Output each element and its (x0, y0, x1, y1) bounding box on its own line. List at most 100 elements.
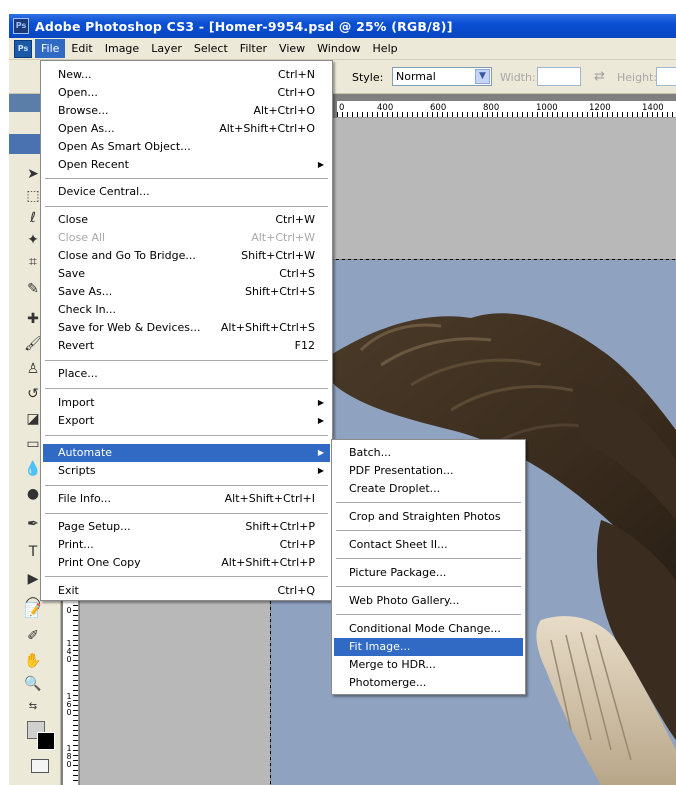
photoshop-app-icon: Ps (13, 18, 29, 34)
menu-item-shortcut: Alt+Shift+Ctrl+I (224, 492, 315, 505)
automate-item-conditional-mode-change[interactable]: Conditional Mode Change... (334, 620, 523, 638)
menu-item-shortcut: Alt+Shift+Ctrl+S (220, 321, 315, 334)
automate-item-merge-to-hdr[interactable]: Merge to HDR... (334, 656, 523, 674)
ruler-tick: 1 4 0 (66, 639, 72, 664)
menu-item-open-as[interactable]: Open As... Alt+Shift+Ctrl+O (43, 120, 330, 138)
menu-item-print[interactable]: Print... Ctrl+P (43, 536, 330, 554)
width-label: Width: (500, 71, 536, 84)
menu-item-shortcut: F12 (294, 339, 315, 352)
menu-help[interactable]: Help (367, 39, 404, 58)
menu-item-check-in[interactable]: Check In... (43, 301, 330, 319)
zoom-tool-icon[interactable]: 🔍 (23, 674, 43, 694)
menu-item-label: Browse... (58, 104, 109, 117)
width-input[interactable] (537, 67, 581, 86)
automate-item-crop-straighten[interactable]: Crop and Straighten Photos (334, 508, 523, 526)
menu-item-label: Page Setup... (58, 520, 131, 533)
eyedropper-tool-icon[interactable]: ✐ (23, 626, 43, 646)
menu-item-label: Print... (58, 538, 94, 551)
menu-item-export[interactable]: Export ▶ (43, 412, 330, 430)
menu-item-open[interactable]: Open... Ctrl+O (43, 84, 330, 102)
automate-item-picture-package[interactable]: Picture Package... (334, 564, 523, 582)
menu-item-page-setup[interactable]: Page Setup... Shift+Ctrl+P (43, 518, 330, 536)
file-menu-dropdown: New... Ctrl+N Open... Ctrl+O Browse... Alt+… (40, 60, 333, 601)
menu-item-label: Device Central... (58, 185, 150, 198)
menu-edit[interactable]: Edit (65, 39, 98, 58)
menu-bar: Ps File Edit Image Layer Select Filter V… (9, 38, 676, 60)
submenu-arrow-icon: ▶ (317, 398, 324, 407)
menu-filter[interactable]: Filter (234, 39, 273, 58)
automate-item-web-photo-gallery[interactable]: Web Photo Gallery... (334, 592, 523, 610)
menu-item-close[interactable]: Close Ctrl+W (43, 211, 330, 229)
menu-file[interactable]: File (35, 39, 66, 58)
automate-item-pdf-presentation[interactable]: PDF Presentation... (334, 462, 523, 480)
vertical-ruler[interactable]: 0 1 4 0 1 6 0 1 8 0 (63, 585, 79, 785)
menu-item-revert[interactable]: Revert F12 (43, 337, 330, 355)
background-color-swatch[interactable] (37, 732, 55, 750)
automate-item-contact-sheet[interactable]: Contact Sheet II... (334, 536, 523, 554)
menu-item-label: Fit Image... (349, 640, 411, 653)
menu-item-print-one-copy[interactable]: Print One Copy Alt+Shift+Ctrl+P (43, 554, 330, 572)
menu-select[interactable]: Select (188, 39, 234, 58)
menu-item-label: Exit (58, 584, 79, 597)
menu-item-shortcut: Alt+Shift+Ctrl+O (219, 122, 315, 135)
menu-item-open-smart-object[interactable]: Open As Smart Object... (43, 138, 330, 156)
automate-item-create-droplet[interactable]: Create Droplet... (334, 480, 523, 498)
menu-item-label: Web Photo Gallery... (349, 594, 460, 607)
quick-mask-icon[interactable] (31, 759, 49, 773)
swap-dimensions-icon[interactable]: ⇄ (594, 69, 605, 84)
automate-item-fit-image[interactable]: Fit Image... (334, 638, 523, 656)
menu-separator (336, 614, 521, 615)
menu-item-label: Open Recent (58, 158, 129, 171)
menu-separator (45, 360, 328, 361)
menu-item-label: Import (58, 396, 95, 409)
menu-item-label: Save for Web & Devices... (58, 321, 201, 334)
menu-item-automate[interactable]: Automate ▶ (43, 444, 330, 462)
menu-item-label: Place... (58, 367, 98, 380)
menu-item-label: PDF Presentation... (349, 464, 454, 477)
menu-separator (45, 576, 328, 577)
document-menu-icon[interactable]: Ps (14, 39, 32, 58)
menu-item-label: Close (58, 213, 88, 226)
menu-item-save-for-web[interactable]: Save for Web & Devices... Alt+Shift+Ctrl+… (43, 319, 330, 337)
menu-item-label: Create Droplet... (349, 482, 441, 495)
menu-item-scripts[interactable]: Scripts ▶ (43, 462, 330, 480)
height-label: Height: (617, 71, 658, 84)
swap-colors-icon[interactable]: ⇆ (23, 697, 43, 717)
menu-item-save[interactable]: Save Ctrl+S (43, 265, 330, 283)
automate-item-photomerge[interactable]: Photomerge... (334, 674, 523, 692)
menu-item-new[interactable]: New... Ctrl+N (43, 66, 330, 84)
menu-item-shortcut: Alt+Ctrl+O (253, 104, 315, 117)
menu-item-device-central[interactable]: Device Central... (43, 183, 330, 201)
menu-item-shortcut: Shift+Ctrl+S (245, 285, 315, 298)
notes-tool-icon[interactable]: 📝 (23, 601, 43, 621)
menu-item-import[interactable]: Import ▶ (43, 394, 330, 412)
style-select[interactable]: Normal ▼ (392, 67, 492, 86)
menu-window[interactable]: Window (311, 39, 366, 58)
title-bar[interactable]: Ps Adobe Photoshop CS3 - [Homer-9954.psd… (9, 14, 676, 38)
submenu-arrow-icon: ▶ (317, 416, 324, 425)
menu-item-label: Check In... (58, 303, 117, 316)
menu-item-label: Revert (58, 339, 95, 352)
menu-item-save-as[interactable]: Save As... Shift+Ctrl+S (43, 283, 330, 301)
menu-image[interactable]: Image (99, 39, 145, 58)
menu-item-open-recent[interactable]: Open Recent ▶ (43, 156, 330, 174)
menu-item-place[interactable]: Place... (43, 365, 330, 383)
hand-tool-icon[interactable]: ✋ (23, 651, 43, 671)
height-input[interactable] (656, 67, 676, 86)
menu-item-close-go-to-bridge[interactable]: Close and Go To Bridge... Shift+Ctrl+W (43, 247, 330, 265)
menu-item-label: Save (58, 267, 86, 280)
menu-item-shortcut: Ctrl+N (277, 68, 315, 81)
menu-separator (45, 388, 328, 389)
menu-separator (336, 586, 521, 587)
menu-view[interactable]: View (273, 39, 311, 58)
menu-layer[interactable]: Layer (145, 39, 188, 58)
horizontal-ruler[interactable]: 0 400 600 800 1000 1200 1400 (337, 101, 676, 118)
menu-separator (45, 485, 328, 486)
menu-item-shortcut: Alt+Shift+Ctrl+P (221, 556, 315, 569)
menu-item-file-info[interactable]: File Info... Alt+Shift+Ctrl+I (43, 490, 330, 508)
chevron-down-icon[interactable]: ▼ (475, 69, 490, 84)
ruler-tick: 1 6 0 (66, 692, 72, 717)
menu-item-browse[interactable]: Browse... Alt+Ctrl+O (43, 102, 330, 120)
menu-item-exit[interactable]: Exit Ctrl+Q (43, 582, 330, 600)
automate-item-batch[interactable]: Batch... (334, 444, 523, 462)
